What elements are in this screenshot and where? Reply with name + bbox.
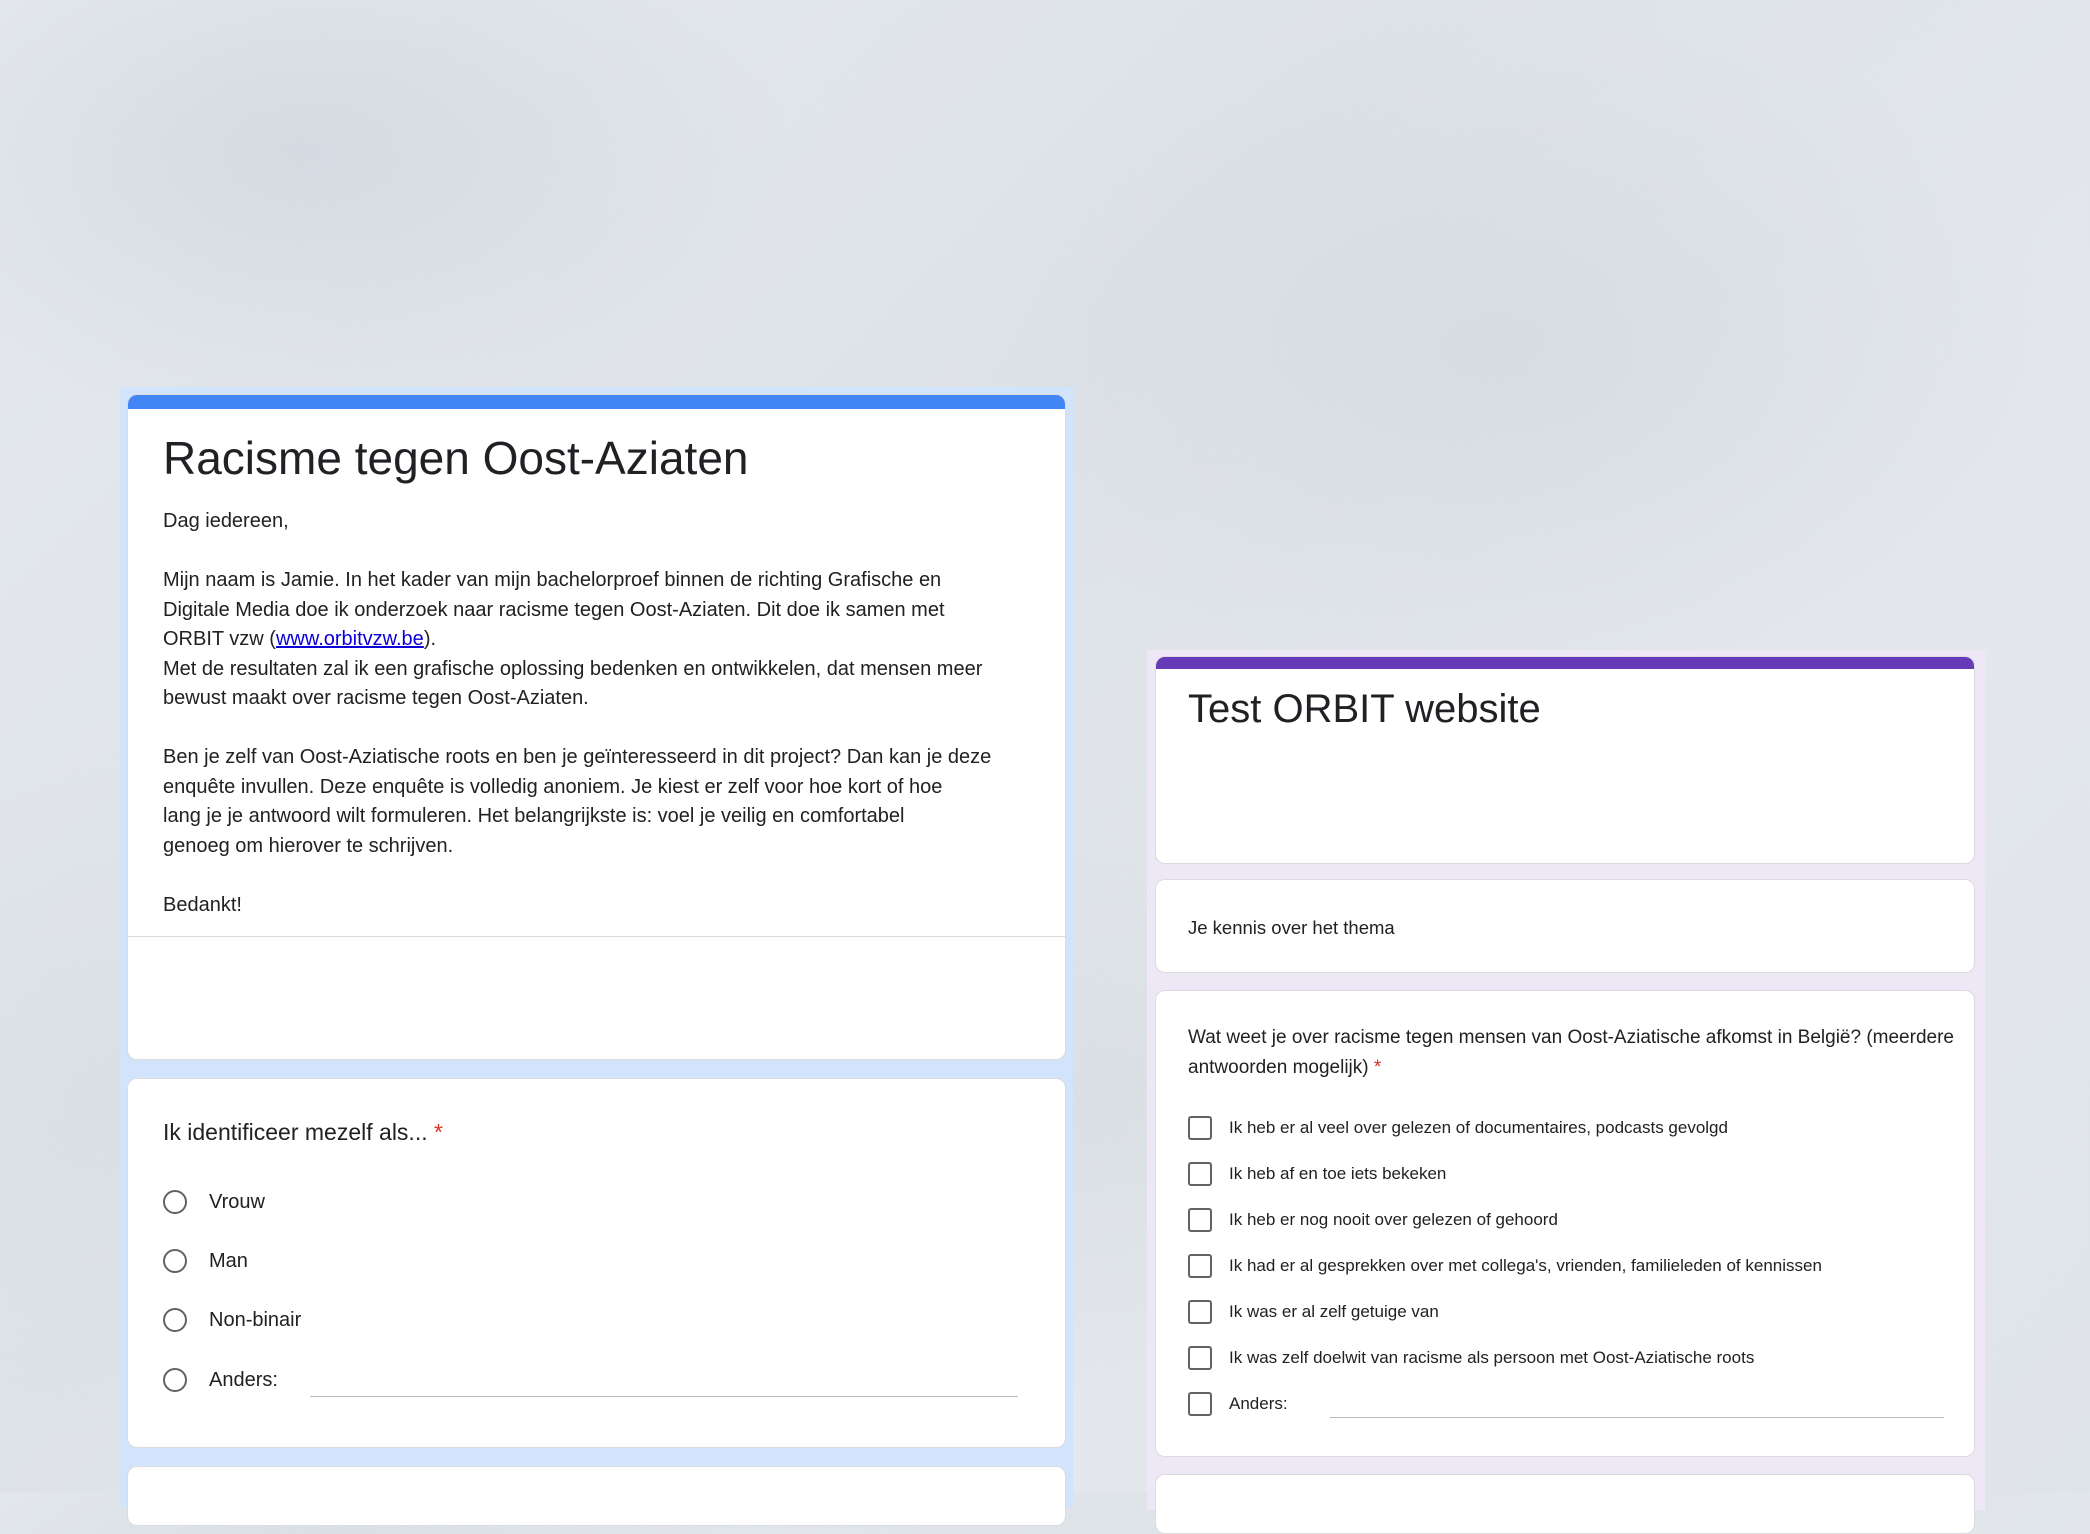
checkbox-label: Ik heb er nog nooit over gelezen of geho… — [1229, 1210, 1558, 1229]
checkbox-option[interactable]: Ik heb er nog nooit over gelezen of geho… — [1188, 1207, 1558, 1233]
checkbox[interactable] — [1188, 1392, 1212, 1416]
section-title: Je kennis over het thema — [1188, 917, 1395, 938]
required-asterisk: * — [1373, 1057, 1382, 1078]
other-text-input[interactable] — [310, 1396, 1018, 1397]
radio-label: Man — [209, 1249, 248, 1272]
checkbox-label: Ik was er al zelf getuige van — [1229, 1302, 1439, 1321]
radio-label: Anders: — [209, 1368, 278, 1391]
checkbox[interactable] — [1188, 1162, 1212, 1186]
header-divider — [128, 936, 1065, 937]
checkbox[interactable] — [1188, 1300, 1212, 1324]
description-line: Met de resultaten zal ik een grafische o… — [163, 657, 983, 680]
next-question-card-partial — [127, 1466, 1066, 1526]
section-header-card: Je kennis over het thema — [1155, 879, 1975, 973]
radio-option-vrouw[interactable]: Vrouw — [163, 1187, 265, 1217]
checkbox[interactable] — [1188, 1254, 1212, 1278]
description-line: bewust maakt over racisme tegen Oost-Azi… — [163, 687, 589, 709]
description-line: Digitale Media doe ik onderzoek naar rac… — [163, 598, 945, 621]
right-form-header-card: Test ORBIT website — [1155, 656, 1975, 864]
checkbox-option[interactable]: Ik was zelf doelwit van racisme als pers… — [1188, 1345, 1754, 1371]
left-form-header-card: Racisme tegen Oost-Aziaten Dag iedereen,… — [127, 394, 1066, 1060]
radio-option-non-binair[interactable]: Non-binair — [163, 1305, 301, 1335]
description-line: genoeg om hierover te schrijven. — [163, 834, 454, 857]
next-question-card-partial — [1155, 1474, 1975, 1534]
checkbox-label: Anders: — [1229, 1394, 1288, 1413]
closing-text: Bedankt! — [163, 893, 242, 916]
radio-label: Vrouw — [209, 1190, 265, 1213]
checkbox-option[interactable]: Ik was er al zelf getuige van — [1188, 1299, 1439, 1325]
checkbox-option-anders[interactable]: Anders: — [1188, 1391, 1288, 1417]
question-title: Wat weet je over racisme tegen mensen va… — [1188, 1027, 1954, 1078]
radio-button[interactable] — [163, 1190, 187, 1214]
left-form-accent-bar — [128, 395, 1065, 409]
right-form-title: Test ORBIT website — [1188, 687, 1541, 731]
description-line: enquête invullen. Deze enquête is volled… — [163, 775, 943, 798]
checkbox-label: Ik was zelf doelwit van racisme als pers… — [1229, 1348, 1755, 1367]
radio-option-man[interactable]: Man — [163, 1246, 248, 1276]
description-line: Ben je zelf van Oost-Aziatische roots en… — [163, 746, 992, 768]
left-form-title: Racisme tegen Oost-Aziaten — [163, 432, 749, 484]
knowledge-question-card: Wat weet je over racisme tegen mensen va… — [1155, 990, 1975, 1457]
description-line: ORBIT vzw (www.orbitvzw.be). — [163, 628, 437, 650]
radio-button[interactable] — [163, 1368, 187, 1392]
description-line: lang je je antwoord wilt formuleren. Het… — [163, 805, 905, 827]
checkbox-option[interactable]: Ik heb er al veel over gelezen of docume… — [1188, 1115, 1728, 1141]
right-form-accent-bar — [1156, 657, 1974, 669]
left-form-description: Dag iedereen, Mijn naam is Jamie. In het… — [163, 507, 1033, 920]
description-line: Mijn naam is Jamie. In het kader van mij… — [163, 569, 942, 591]
other-text-input[interactable] — [1330, 1417, 1944, 1418]
checkbox[interactable] — [1188, 1346, 1212, 1370]
radio-label: Non-binair — [209, 1308, 302, 1331]
required-asterisk: * — [434, 1119, 443, 1145]
checkbox-label: Ik had er al gesprekken over met collega… — [1229, 1256, 1822, 1275]
checkbox[interactable] — [1188, 1208, 1212, 1232]
radio-button[interactable] — [163, 1308, 187, 1332]
gender-question-card: Ik identificeer mezelf als... * Vrouw Ma… — [127, 1078, 1066, 1448]
question-title: Ik identificeer mezelf als... * — [163, 1119, 443, 1145]
checkbox-label: Ik heb er al veel over gelezen of docume… — [1229, 1118, 1728, 1137]
checkbox-option[interactable]: Ik heb af en toe iets bekeken — [1188, 1161, 1446, 1187]
checkbox-label: Ik heb af en toe iets bekeken — [1229, 1164, 1447, 1183]
orbit-website-link[interactable]: www.orbitvzw.be — [276, 628, 424, 650]
radio-button[interactable] — [163, 1249, 187, 1273]
checkbox-option[interactable]: Ik had er al gesprekken over met collega… — [1188, 1253, 1822, 1279]
radio-option-anders[interactable]: Anders: — [163, 1365, 278, 1395]
greeting-text: Dag iedereen, — [163, 510, 289, 532]
checkbox[interactable] — [1188, 1116, 1212, 1140]
